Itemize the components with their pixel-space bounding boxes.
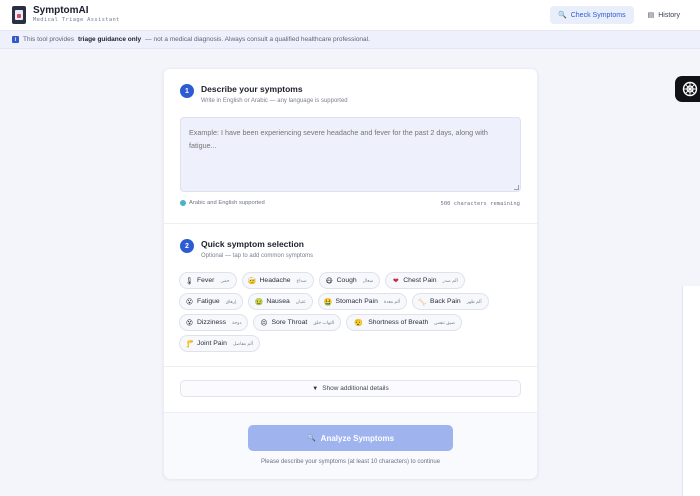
ai-knot-icon [682,81,698,97]
chip-arabic: حمى [220,277,230,283]
chip-fatigue[interactable]: 😮 Fatigue إرهاق [179,293,244,310]
symptoms-textarea[interactable] [180,117,521,192]
section-divider [164,366,537,367]
chip-arabic: ضيق تنفس [434,319,456,325]
search-icon: 🔍 [558,12,567,19]
chip-stomach-pain[interactable]: 🤮 Stomach Pain ألم معدة [317,293,408,310]
analyze-button-label: Analyze Symptoms [320,433,395,443]
chip-arabic: ألم مفاصل [232,340,254,346]
nav-history[interactable]: ▤ History [640,6,688,24]
symptom-form-card: 1 Describe your symptoms Write in Englis… [163,68,538,479]
chip-arabic: ألم معدة [383,298,401,304]
chip-cough[interactable]: 😷 Cough سعال [318,272,381,289]
side-panel-edge [682,286,700,496]
chip-label: Nausea [266,298,290,305]
disclaimer-banner: i This tool provides triage guidance onl… [0,31,700,49]
chip-arabic: دوخة [232,319,242,325]
mask-face-icon: 😷 [325,277,333,285]
step1-header: 1 Describe your symptoms Write in Englis… [180,84,348,104]
analyze-hint: Please describe your symptoms (at least … [260,459,441,465]
document-icon: ▤ [647,12,655,19]
bandage-face-icon: 🤕 [247,277,257,285]
disclaimer-suffix: — not a medical diagnosis. Always consul… [145,36,370,43]
leg-icon: 🦵 [185,340,194,348]
chip-label: Joint Pain [197,340,227,347]
chip-row: 🌡 Fever حمى 🤕 Headache صداع 😷 Cough سعال… [179,272,524,289]
brand-subtitle: Medical Triage Assistant [33,17,120,24]
chip-fever[interactable]: 🌡 Fever حمى [179,272,237,289]
bone-icon: 🦴 [418,298,427,306]
chip-label: Back Pain [430,298,461,305]
language-note-text: Arabic and English supported [189,200,265,206]
section-divider [164,223,537,224]
chip-arabic: صداع [296,277,307,283]
brand: SymptomAI Medical Triage Assistant [33,6,120,24]
top-nav: 🔍 Check Symptoms ▤ History [550,6,688,24]
chip-nausea[interactable]: 🤢 Nausea غثيان [248,293,313,310]
chip-label: Chest Pain [403,277,437,284]
tired-face-icon: 😮 [185,298,194,306]
analyze-button[interactable]: 🔍 Analyze Symptoms [248,425,453,451]
chip-arabic: ألم ظهر [466,298,482,304]
nav-check-symptoms-label: Check Symptoms [570,11,626,19]
chip-dizziness[interactable]: 😵 Dizziness دوخة [179,314,249,331]
chip-label: Fever [197,277,215,284]
nauseated-face-icon: 🤢 [254,298,264,306]
symptom-chips: 🌡 Fever حمى 🤕 Headache صداع 😷 Cough سعال… [179,272,524,356]
step1-title: Describe your symptoms [201,84,303,94]
chip-row: 🦵 Joint Pain ألم مفاصل [179,335,524,352]
disclaimer-bold: triage guidance only [77,36,142,43]
assistant-fab[interactable] [675,76,700,102]
chip-label: Sore Throat [271,319,308,326]
char-counter: 500 characters remaining [440,201,520,207]
step2-title: Quick symptom selection [201,239,304,249]
chip-sore-throat[interactable]: 😣 Sore Throat التهاب حلق [253,314,342,331]
chip-row: 😵 Dizziness دوخة 😣 Sore Throat التهاب حل… [179,314,524,331]
chip-arabic: إرهاق [225,298,237,304]
language-note: Arabic and English supported [180,200,265,206]
chip-arabic: ألم صدر [442,277,458,283]
step2-subtitle: Optional — tap to add common symptoms [201,253,314,259]
show-details-label: Show additional details [322,385,389,392]
resize-handle-icon[interactable] [514,185,519,190]
show-details-toggle[interactable]: ▼ Show additional details [180,380,521,397]
chip-arabic: غثيان [295,298,306,304]
brand-name: SymptomAI [33,5,89,17]
app-header: SymptomAI Medical Triage Assistant 🔍 Che… [0,0,700,31]
globe-icon [180,200,186,206]
app-logo-icon [12,6,26,24]
chip-chest-pain[interactable]: ❤ Chest Pain ألم صدر [385,272,465,289]
chip-row: 😮 Fatigue إرهاق 🤢 Nausea غثيان 🤮 Stomach… [179,293,524,310]
step1-subtitle: Write in English or Arabic — any languag… [201,98,348,104]
chip-headache[interactable]: 🤕 Headache صداع [241,272,314,289]
heart-icon: ❤ [392,277,399,285]
search-icon: 🔍 [306,435,316,442]
step1-number: 1 [180,84,194,98]
chip-label: Cough [336,277,357,284]
step2-number: 2 [180,239,194,253]
chip-back-pain[interactable]: 🦴 Back Pain ألم ظهر [412,293,489,310]
dizzy-face-icon: 😵 [185,319,194,327]
triangle-down-icon: ▼ [312,385,319,392]
chip-label: Headache [259,277,291,284]
chip-label: Shortness of Breath [368,319,429,326]
thermometer-icon: 🌡 [185,277,194,285]
chip-label: Fatigue [197,298,220,305]
persevering-face-icon: 😣 [260,319,268,327]
chip-joint-pain[interactable]: 🦵 Joint Pain ألم مفاصل [179,335,261,352]
info-icon: i [12,36,19,43]
chip-shortness-of-breath[interactable]: 😮‍💨 Shortness of Breath ضيق تنفس [346,314,463,331]
step2-header: 2 Quick symptom selection Optional — tap… [180,239,313,259]
nav-check-symptoms[interactable]: 🔍 Check Symptoms [550,6,634,24]
chip-arabic: التهاب حلق [313,319,335,325]
chip-label: Stomach Pain [335,298,378,305]
chip-label: Dizziness [197,319,227,326]
nav-history-label: History [658,11,680,19]
exhale-face-icon: 😮‍💨 [354,319,364,327]
chip-arabic: سعال [362,277,374,283]
vomiting-face-icon: 🤮 [323,298,333,306]
disclaimer-prefix: This tool provides [23,36,74,43]
